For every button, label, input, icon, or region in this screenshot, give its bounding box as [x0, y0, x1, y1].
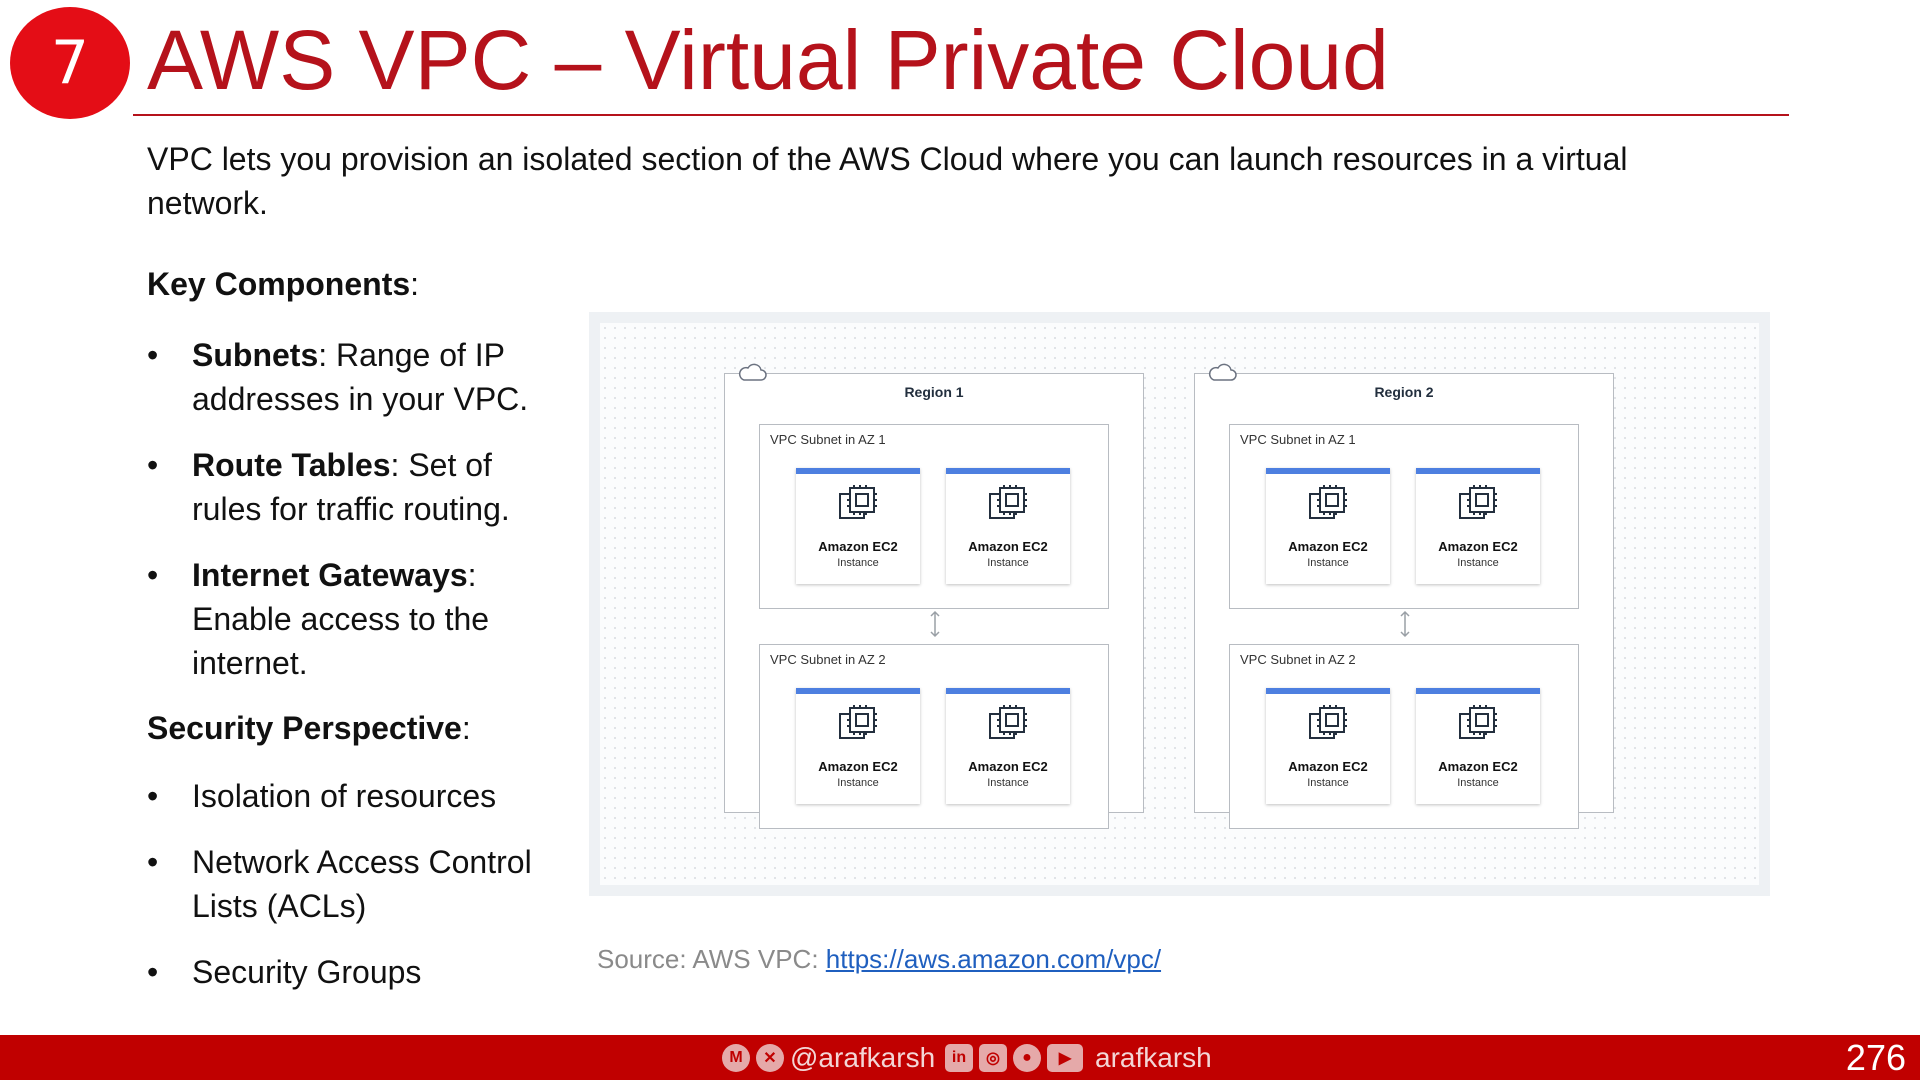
heading-colon: :	[461, 710, 471, 746]
heading-colon: :	[410, 266, 420, 302]
instance-type: Instance	[1457, 777, 1499, 789]
instance-name: Amazon EC2	[1288, 539, 1368, 554]
ec2-chip-icon	[989, 705, 1027, 739]
instance-name: Amazon EC2	[968, 759, 1048, 774]
instance-type: Instance	[837, 557, 879, 569]
list-item: • Security Groups	[147, 950, 567, 994]
instance-name: Amazon EC2	[818, 759, 898, 774]
security-heading-text: Security Perspective	[147, 710, 462, 746]
slide-number-badge: 7	[10, 7, 130, 119]
key-components-list: • Subnets: Range of IP addresses in your …	[147, 333, 567, 707]
ec2-instance-card: Amazon EC2 Instance	[1416, 468, 1540, 584]
bullet: •	[147, 447, 159, 483]
bullet: •	[147, 557, 159, 593]
ec2-chip-icon	[989, 485, 1027, 519]
instance-type: Instance	[1307, 557, 1349, 569]
footer-handle-left: @arafkarsh	[790, 1042, 936, 1073]
ec2-instance-card: Amazon EC2 Instance	[946, 468, 1070, 584]
subnet-label: VPC Subnet in AZ 1	[770, 432, 886, 447]
page-number: 276	[1845, 1037, 1906, 1078]
component-term: Internet Gateways	[192, 557, 468, 593]
title-divider	[133, 114, 1789, 116]
diagram-canvas: Region 1 VPC Subnet in AZ 1 Amazon EC2 Inst…	[600, 323, 1759, 885]
instance-type: Instance	[987, 777, 1029, 789]
cloud-icon	[1208, 363, 1237, 381]
footer-right-group: in ◎ ● ▶ arafkarsh	[945, 1042, 1212, 1074]
instance-type: Instance	[837, 777, 879, 789]
region-title: Region 1	[904, 384, 964, 400]
bullet: •	[147, 954, 159, 990]
ec2-chip-icon	[839, 705, 877, 739]
youtube-icon[interactable]: ▶	[1047, 1044, 1083, 1072]
bullet: •	[147, 778, 159, 814]
subnet-box: VPC Subnet in AZ 2 Amazon EC2 Instance Amaz…	[759, 644, 1109, 829]
bidirectional-arrow-icon	[930, 610, 940, 638]
list-item: • Internet Gateways: Enable access to the…	[147, 553, 567, 685]
instance-name: Amazon EC2	[818, 539, 898, 554]
vpc-diagram: Region 1 VPC Subnet in AZ 1 Amazon EC2 Inst…	[589, 312, 1770, 896]
key-components-heading: Key Components:	[147, 266, 419, 303]
medium-icon[interactable]: M	[722, 1044, 750, 1072]
github-icon[interactable]: ●	[1013, 1044, 1041, 1072]
ec2-chip-icon	[1459, 705, 1497, 739]
key-components-heading-text: Key Components	[147, 266, 411, 302]
ec2-chip-icon	[1459, 485, 1497, 519]
intro-text: VPC lets you provision an isolated secti…	[147, 141, 1628, 221]
component-term: Subnets	[192, 337, 319, 373]
source-prefix: Source: AWS VPC:	[597, 944, 826, 974]
list-item: • Isolation of resources	[147, 774, 567, 818]
cloud-icon	[738, 363, 767, 381]
ec2-instance-card: Amazon EC2 Instance	[796, 688, 920, 804]
instance-type: Instance	[1457, 557, 1499, 569]
slide-title: AWS VPC – Virtual Private Cloud	[147, 13, 1389, 107]
ec2-instance-card: Amazon EC2 Instance	[946, 688, 1070, 804]
bullet: •	[147, 337, 159, 373]
security-item: Security Groups	[192, 954, 422, 990]
subnet-label: VPC Subnet in AZ 2	[1240, 652, 1356, 667]
security-list: • Isolation of resources • Network Access …	[147, 774, 567, 1016]
security-item: Isolation of resources	[192, 778, 497, 814]
instance-name: Amazon EC2	[1438, 759, 1518, 774]
footer-left-group: M ✕ @arafkarsh	[722, 1042, 935, 1074]
instagram-icon[interactable]: ◎	[979, 1044, 1007, 1072]
footer-handle-right: arafkarsh	[1095, 1042, 1212, 1073]
region-box: Region 1 VPC Subnet in AZ 1 Amazon EC2 Inst…	[724, 363, 1144, 829]
security-heading: Security Perspective:	[147, 710, 471, 747]
source-link[interactable]: https://aws.amazon.com/vpc/	[826, 944, 1161, 974]
instance-name: Amazon EC2	[1438, 539, 1518, 554]
region-box: Region 2 VPC Subnet in AZ 1 Amazon EC2 Inst…	[1194, 363, 1614, 829]
ec2-chip-icon	[1309, 485, 1347, 519]
linkedin-icon[interactable]: in	[945, 1044, 973, 1072]
subnet-box: VPC Subnet in AZ 1 Amazon EC2 Instance Amaz…	[759, 424, 1109, 609]
ec2-chip-icon	[839, 485, 877, 519]
subnet-box: VPC Subnet in AZ 1 Amazon EC2 Instance Amaz…	[1229, 424, 1579, 609]
list-item: • Subnets: Range of IP addresses in your …	[147, 333, 567, 421]
security-item: Network Access Control Lists (ACLs)	[192, 844, 532, 924]
bullet: •	[147, 844, 159, 880]
x-icon[interactable]: ✕	[756, 1044, 784, 1072]
ec2-instance-card: Amazon EC2 Instance	[1416, 688, 1540, 804]
subnet-label: VPC Subnet in AZ 2	[770, 652, 886, 667]
list-item: • Network Access Control Lists (ACLs)	[147, 840, 567, 928]
subnet-label: VPC Subnet in AZ 1	[1240, 432, 1356, 447]
footer-bar: M ✕ @arafkarsh in ◎ ● ▶ arafkarsh 276	[0, 1035, 1920, 1080]
subnet-box: VPC Subnet in AZ 2 Amazon EC2 Instance Amaz…	[1229, 644, 1579, 829]
instance-name: Amazon EC2	[968, 539, 1048, 554]
instance-name: Amazon EC2	[1288, 759, 1368, 774]
ec2-instance-card: Amazon EC2 Instance	[1266, 688, 1390, 804]
ec2-instance-card: Amazon EC2 Instance	[796, 468, 920, 584]
badge-number: 7	[50, 28, 90, 98]
instance-type: Instance	[987, 557, 1029, 569]
ec2-instance-card: Amazon EC2 Instance	[1266, 468, 1390, 584]
bidirectional-arrow-icon	[1400, 610, 1410, 638]
region-title: Region 2	[1374, 384, 1434, 400]
list-item: • Route Tables: Set of rules for traffic …	[147, 443, 567, 531]
component-term: Route Tables	[192, 447, 391, 483]
instance-type: Instance	[1307, 777, 1349, 789]
source-citation: Source: AWS VPC: https://aws.amazon.com/…	[597, 944, 1161, 975]
ec2-chip-icon	[1309, 705, 1347, 739]
